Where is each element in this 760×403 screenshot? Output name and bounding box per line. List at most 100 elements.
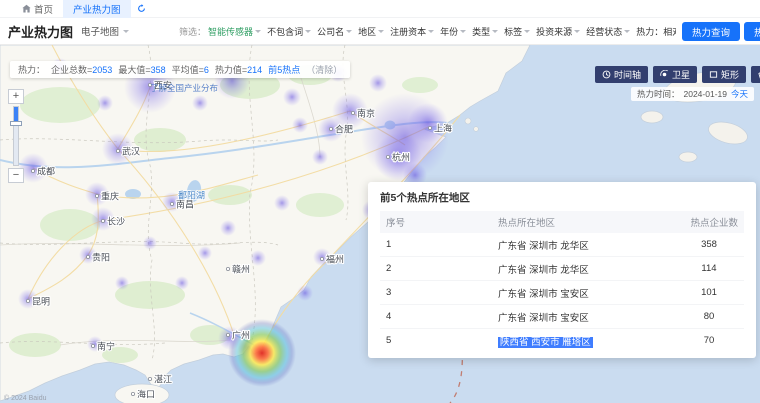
filter-chip-type[interactable]: 类型 [472, 25, 498, 38]
filter-chip-investment[interactable]: 投资来源 [536, 25, 580, 38]
heat-query-button[interactable]: 热力查询 [682, 22, 740, 41]
stats-heat: 热力值=214 [215, 63, 262, 76]
heat-time-value[interactable]: 2024-01-19 [684, 89, 727, 99]
map-city-dot [91, 344, 94, 347]
satellite-icon [660, 70, 669, 79]
filter-chip-label: 不包含词 [267, 25, 303, 38]
table-header-row: 序号 热点所在地区 热点企业数 [380, 211, 744, 233]
breadcrumb-home[interactable]: 首页 [0, 2, 63, 16]
map-city-label: 福州 [326, 254, 344, 265]
map-city-dot [26, 299, 29, 302]
filter-chip-label: 年份 [440, 25, 458, 38]
cell-no: 5 [380, 329, 492, 353]
refresh-icon[interactable] [137, 4, 146, 13]
map-city-dot [170, 202, 173, 205]
home-label: 首页 [34, 2, 53, 16]
zoom-out-button[interactable]: − [8, 168, 24, 183]
map-city-label: 杭州 [392, 152, 410, 163]
home-icon [22, 4, 31, 13]
map-city-label: 成都 [37, 166, 55, 177]
stats-prefix: 热力： [18, 63, 45, 76]
filter-chip-region[interactable]: 地区 [358, 25, 384, 38]
filter-toolbar: 产业热力图 电子地图 筛选： 智能传感器 不包含词 公司名 地区 注册资本 年份… [0, 18, 760, 45]
cell-count: 101 [674, 281, 744, 305]
heatmap-blob [283, 88, 301, 106]
map-city-label: 南京 [357, 108, 375, 119]
cell-region: 广东省 深圳市 龙华区 [492, 233, 674, 257]
table-row[interactable]: 4 广东省 深圳市 宝安区 80 [380, 305, 744, 329]
filter-chip-label: 投资来源 [536, 25, 572, 38]
heat-time-bar: 热力时间： 2024-01-19 今天 [631, 87, 754, 101]
cell-count: 80 [674, 305, 744, 329]
map-water-label: 鄱阳湖 [178, 191, 205, 201]
stats-avg: 平均值=6 [172, 63, 209, 76]
cell-no: 3 [380, 281, 492, 305]
chevron-down-icon [346, 30, 352, 36]
cell-no: 4 [380, 305, 492, 329]
map-city-dot [386, 155, 389, 158]
map-city-dot [101, 219, 104, 222]
chevron-down-icon [428, 30, 434, 36]
map-city-dot [226, 267, 229, 270]
map-city-dot [116, 149, 119, 152]
zoom-slider-handle[interactable] [10, 121, 22, 126]
map-canvas[interactable]: 西安成都重庆贵阳昆明武汉长沙南昌合肥南京上海杭州温州福州赣州广州南宁湛江海口台北… [0, 45, 760, 403]
table-row[interactable]: 2 广东省 深圳市 龙华区 114 [380, 257, 744, 281]
chevron-down-icon [524, 30, 530, 36]
filter-section-label: 筛选： [179, 25, 206, 38]
filter-chip-company-name[interactable]: 公司名 [317, 25, 352, 38]
table-row-selected[interactable]: 5 陕西省 西安市 雁塔区 70 [380, 329, 744, 353]
zoom-in-button[interactable]: + [8, 89, 24, 104]
map-city-label: 广州 [232, 330, 250, 341]
filter-chip-tag[interactable]: 标签 [504, 25, 530, 38]
table-row[interactable]: 3 广东省 深圳市 宝安区 101 [380, 281, 744, 305]
heatmap-blob [192, 95, 208, 111]
tool-label: 卫星 [672, 68, 690, 81]
cell-region: 广东省 深圳市 宝安区 [492, 305, 674, 329]
col-header-count: 热点企业数 [674, 211, 744, 233]
heat-ranking-button[interactable]: 热力榜单 [744, 22, 760, 41]
heatmap-blob [274, 195, 290, 211]
polygon-tool-button[interactable] [751, 66, 760, 83]
map-type-label: 电子地图 [81, 24, 119, 38]
filter-chip-capital[interactable]: 注册资本 [390, 25, 434, 38]
today-link[interactable]: 今天 [731, 88, 748, 100]
map-city-dot [226, 333, 229, 336]
stats-total: 企业总数=2053 [51, 63, 112, 76]
heatmap-blob [297, 285, 313, 301]
filter-chip-label: 地区 [358, 25, 376, 38]
national-distribution-link[interactable]: 了解全国产业分布 [150, 82, 218, 94]
zoom-slider[interactable] [13, 106, 19, 166]
top5-hotspots-link[interactable]: 前5热点 [268, 63, 300, 76]
map-city-label: 南宁 [97, 341, 115, 352]
map-city-dot [131, 392, 134, 395]
heatmap-blob [312, 149, 328, 165]
map-city-dot [148, 377, 151, 380]
toolbar-buttons: 热力查询 热力榜单 [676, 22, 760, 41]
map-city-label: 海口 [137, 389, 155, 400]
map-city-dot [329, 127, 332, 130]
filter-chip-exclude[interactable]: 不包含词 [267, 25, 311, 38]
map-city-label: 合肥 [335, 124, 353, 135]
heatmap-blob [115, 276, 129, 290]
filter-chip-year[interactable]: 年份 [440, 25, 466, 38]
clear-link[interactable]: （清除） [306, 63, 342, 76]
timeline-tool-button[interactable]: 时间轴 [595, 66, 648, 83]
table-row[interactable]: 1 广东省 深圳市 龙华区 358 [380, 233, 744, 257]
cell-region: 广东省 深圳市 宝安区 [492, 281, 674, 305]
heatmap-blob [175, 276, 189, 290]
filter-chip-keyword[interactable]: 智能传感器 [208, 25, 261, 38]
heat-time-label: 热力时间： [637, 88, 680, 100]
cell-no: 1 [380, 233, 492, 257]
tab-industry-heatmap[interactable]: 产业热力图 [63, 0, 131, 18]
map-city-label: 重庆 [101, 191, 119, 202]
filter-chip-status[interactable]: 经营状态 [586, 25, 630, 38]
cell-no: 2 [380, 257, 492, 281]
rectangle-tool-button[interactable]: 矩形 [702, 66, 746, 83]
satellite-tool-button[interactable]: 卫星 [653, 66, 697, 83]
chevron-down-icon [378, 30, 384, 36]
heatmap-blob [369, 74, 387, 92]
filter-chip-label: 类型 [472, 25, 490, 38]
filter-chip-label: 注册资本 [390, 25, 426, 38]
map-type-dropdown[interactable]: 电子地图 [81, 24, 129, 38]
